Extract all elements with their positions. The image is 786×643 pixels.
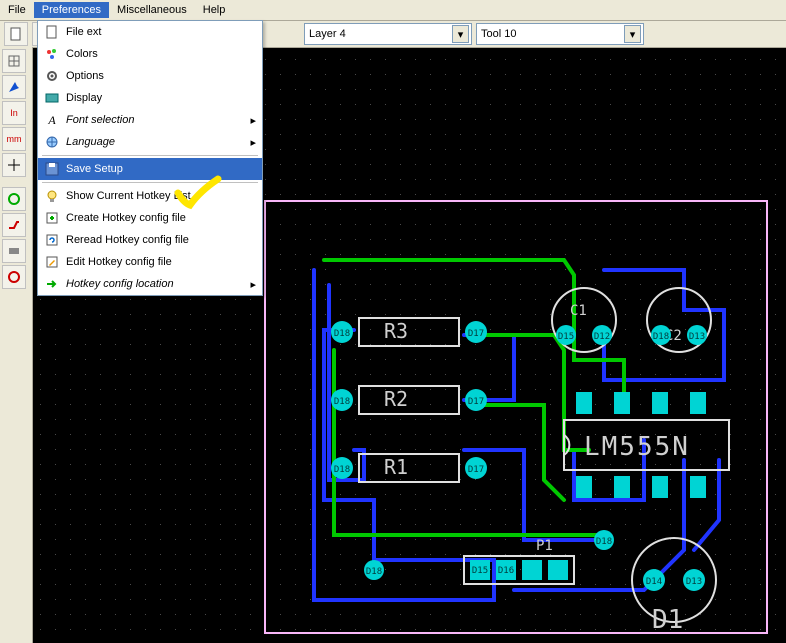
svg-text:D17: D17	[468, 465, 484, 475]
svg-text:D14: D14	[646, 577, 662, 587]
menu-language[interactable]: Language ▸	[38, 131, 262, 153]
svg-text:C1: C1	[570, 303, 587, 319]
component-lm555n: LM555N	[564, 392, 729, 498]
tool-grid[interactable]	[2, 49, 26, 73]
menu-create-hotkey[interactable]: Create Hotkey config file	[38, 207, 262, 229]
tool-combo-value: Tool 10	[481, 28, 516, 40]
svg-text:R3: R3	[384, 319, 408, 343]
inch-icon: In	[10, 108, 18, 118]
lightbulb-icon	[44, 188, 60, 204]
tool-circle-red[interactable]	[2, 265, 26, 289]
chevron-down-icon: ▾	[452, 25, 469, 43]
tool-combo[interactable]: Tool 10 ▾	[476, 23, 644, 45]
menu-show-hotkey-list[interactable]: Show Current Hotkey List	[38, 185, 262, 207]
tool-circle-green[interactable]	[2, 187, 26, 211]
target-red-icon	[7, 270, 21, 284]
mm-icon: mm	[7, 134, 22, 144]
pcb-layout: D18 R3 D17 D18 R2 D17 D18 R1 D17 C1 D15 …	[264, 200, 764, 630]
svg-text:D13: D13	[689, 332, 705, 342]
svg-text:D13: D13	[686, 577, 702, 587]
target-green-icon	[7, 192, 21, 206]
svg-text:D18: D18	[596, 537, 612, 547]
menu-hotkey-location[interactable]: Hotkey config location ▸	[38, 273, 262, 295]
tool-shape-grey[interactable]	[2, 239, 26, 263]
menu-file-ext[interactable]: File ext	[38, 21, 262, 43]
chevron-down-icon: ▾	[624, 25, 641, 43]
layer-combo-value: Layer 4	[309, 28, 346, 40]
document-icon	[9, 27, 23, 41]
tool-arrow[interactable]	[2, 75, 26, 99]
component-c2: C2 D18 D13	[647, 288, 711, 352]
menu-edit-hotkey[interactable]: Edit Hotkey config file	[38, 251, 262, 273]
menu-font-selection[interactable]: A Font selection ▸	[38, 109, 262, 131]
tool-shape-red[interactable]	[2, 213, 26, 237]
menu-save-setup[interactable]: Save Setup	[38, 158, 262, 180]
svg-text:D18: D18	[334, 465, 350, 475]
menu-options[interactable]: Options	[38, 65, 262, 87]
palette-icon	[44, 46, 60, 62]
svg-text:R2: R2	[384, 387, 408, 411]
tool-cursor[interactable]	[2, 153, 26, 177]
menu-reread-hotkey[interactable]: Reread Hotkey config file	[38, 229, 262, 251]
cursor-icon	[7, 158, 21, 172]
svg-text:D15: D15	[558, 332, 574, 342]
hotkey-create-icon	[44, 210, 60, 226]
svg-text:D12: D12	[594, 332, 610, 342]
menu-preferences[interactable]: Preferences	[34, 2, 109, 18]
svg-text:D18: D18	[653, 332, 669, 342]
svg-text:D17: D17	[468, 397, 484, 407]
hotkey-edit-icon	[44, 254, 60, 270]
arrow-right-icon	[44, 276, 60, 292]
component-r1: D18 R1 D17	[331, 454, 487, 482]
svg-text:P1: P1	[536, 538, 553, 554]
menu-separator	[42, 182, 258, 183]
menu-help[interactable]: Help	[195, 2, 234, 18]
svg-text:D18: D18	[334, 329, 350, 339]
menubar: File Preferences Miscellaneous Help	[0, 0, 786, 21]
component-icon	[7, 244, 21, 258]
layer-combo[interactable]: Layer 4 ▾	[304, 23, 472, 45]
chevron-right-icon: ▸	[250, 114, 256, 127]
menu-file[interactable]: File	[0, 2, 34, 18]
component-d1: D1 D14 D13	[632, 538, 716, 630]
svg-text:D18: D18	[334, 397, 350, 407]
svg-text:LM555N: LM555N	[584, 432, 690, 462]
chevron-right-icon: ▸	[250, 136, 256, 149]
menu-display[interactable]: Display	[38, 87, 262, 109]
file-ext-icon	[44, 24, 60, 40]
gear-icon	[44, 68, 60, 84]
svg-text:D16: D16	[498, 566, 514, 576]
globe-icon	[44, 134, 60, 150]
menu-colors[interactable]: Colors	[38, 43, 262, 65]
arrow-icon	[7, 80, 21, 94]
svg-text:D15: D15	[472, 566, 488, 576]
save-icon	[44, 161, 60, 177]
chevron-right-icon: ▸	[250, 278, 256, 291]
menu-miscellaneous[interactable]: Miscellaneous	[109, 2, 195, 18]
svg-text:D1: D1	[652, 605, 683, 630]
tool-units-in[interactable]: In	[2, 101, 26, 125]
left-toolbar: In mm	[0, 47, 33, 643]
menu-separator	[42, 155, 258, 156]
track-red-icon	[7, 218, 21, 232]
tool-units-mm[interactable]: mm	[2, 127, 26, 151]
component-c1: C1 D15 D12	[552, 288, 616, 352]
font-icon: A	[44, 112, 60, 128]
svg-text:D18: D18	[366, 567, 382, 577]
component-r3: D18 R3 D17	[331, 318, 487, 346]
svg-text:R1: R1	[384, 455, 408, 479]
preferences-dropdown: File ext Colors Options Display A Font s…	[37, 20, 263, 296]
svg-text:D17: D17	[468, 329, 484, 339]
grid-icon	[7, 54, 21, 68]
toolbar-button-1[interactable]	[4, 22, 28, 46]
hotkey-reload-icon	[44, 232, 60, 248]
display-icon	[44, 90, 60, 106]
